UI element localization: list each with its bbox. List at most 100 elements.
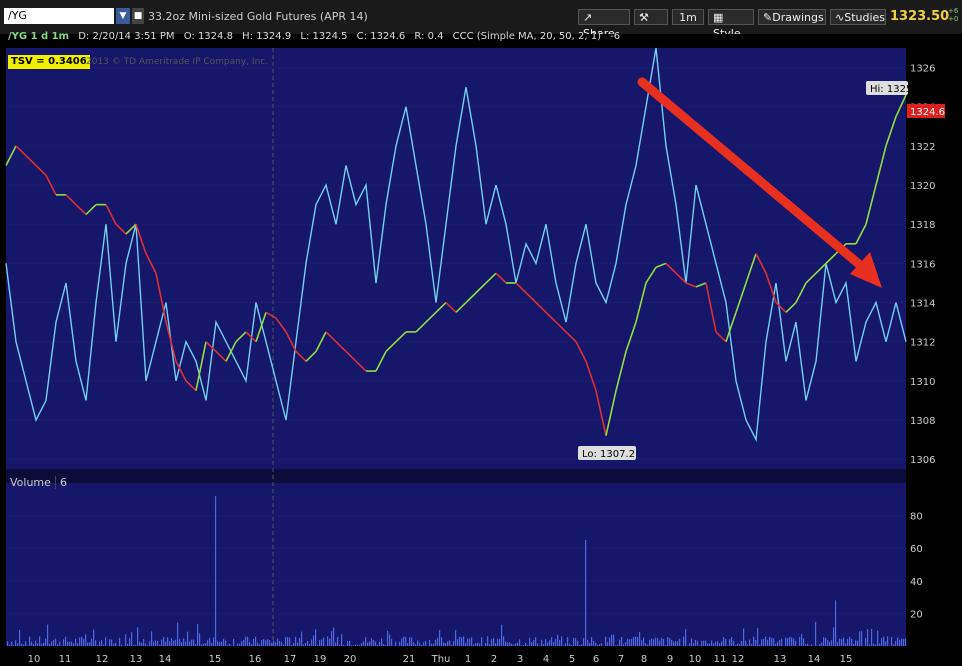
volume-bar — [633, 636, 635, 646]
volume-bar — [739, 644, 741, 646]
volume-bar — [413, 642, 415, 646]
volume-bar — [635, 636, 637, 646]
volume-bar — [573, 637, 575, 646]
share-button[interactable]: ↗ Share — [578, 9, 630, 40]
studies-button[interactable]: ∿Studies — [830, 9, 886, 25]
volume-bar — [217, 641, 219, 646]
volume-bar — [35, 640, 37, 646]
volume-bar — [253, 638, 255, 646]
volume-bar — [601, 643, 603, 646]
volume-bar — [789, 636, 791, 646]
volume-bar — [507, 642, 509, 646]
volume-bar — [553, 642, 555, 646]
volume-bar — [611, 634, 613, 646]
volume-bar — [233, 638, 235, 646]
volume-bar — [257, 642, 259, 646]
volume-bar — [137, 627, 139, 646]
volume-bar — [605, 636, 607, 646]
tools-button[interactable]: ⚒ — [634, 9, 668, 25]
x-tick-label: 3 — [517, 654, 523, 665]
volume-bar — [595, 642, 597, 646]
volume-bar — [311, 639, 313, 646]
volume-bar — [713, 643, 715, 646]
volume-bar — [355, 644, 357, 646]
volume-bar — [639, 631, 641, 646]
volume-bar — [351, 645, 353, 646]
symbol-dropdown-icon[interactable]: ▼ — [116, 8, 130, 24]
volume-bar — [223, 638, 225, 646]
volume-bar — [91, 638, 93, 646]
symbol-input[interactable]: /YG — [4, 8, 114, 24]
volume-bar — [755, 639, 757, 646]
volume-bar — [529, 637, 531, 646]
volume-bar — [515, 643, 517, 646]
volume-bar — [209, 637, 211, 646]
price-tick-label: 1318 — [910, 220, 935, 231]
volume-bar — [155, 640, 157, 646]
volume-bar — [331, 631, 333, 646]
volume-bar — [763, 638, 765, 646]
volume-bar — [535, 637, 537, 646]
volume-bar — [745, 640, 747, 646]
volume-bar — [777, 641, 779, 646]
link-icon[interactable]: ■ — [132, 8, 144, 24]
style-button[interactable]: ▦ Style — [708, 9, 754, 40]
volume-bar — [697, 641, 699, 646]
price-tick-label: 1326 — [910, 64, 935, 75]
volume-bar — [621, 636, 623, 646]
volume-bar — [199, 633, 201, 646]
volume-bar — [345, 645, 347, 646]
volume-bar — [81, 636, 83, 646]
volume-bar — [321, 639, 323, 646]
volume-bar — [281, 642, 283, 646]
volume-bar — [643, 637, 645, 646]
chart-svg[interactable]: 1306130813101312131413161318132013221324… — [0, 34, 962, 666]
price-panel — [6, 48, 906, 471]
volume-bar — [531, 642, 533, 646]
volume-bar — [337, 636, 339, 646]
volume-bar — [843, 637, 845, 646]
volume-bar — [665, 645, 667, 646]
volume-bar — [883, 636, 885, 646]
volume-bar — [203, 643, 205, 646]
volume-bar — [683, 636, 685, 646]
volume-bar — [45, 638, 47, 646]
x-tick-label: 5 — [569, 654, 575, 665]
volume-bar — [771, 637, 773, 646]
x-tick-label: 14 — [808, 654, 821, 665]
volume-bar — [521, 645, 523, 646]
volume-bar — [211, 642, 213, 646]
volume-bar — [841, 639, 843, 646]
volume-bar — [501, 624, 503, 646]
x-tick-label: 11 — [714, 654, 727, 665]
volume-tick-label: 40 — [910, 577, 923, 588]
volume-bar — [463, 636, 465, 646]
volume-bar — [781, 638, 783, 646]
chart-area[interactable]: 1306130813101312131413161318132013221324… — [0, 34, 962, 666]
volume-bar — [335, 642, 337, 646]
volume-bar — [133, 645, 135, 646]
volume-bar — [15, 640, 17, 646]
volume-bar — [825, 637, 827, 646]
drawings-button[interactable]: ✎Drawings — [758, 9, 826, 25]
x-tick-label: 15 — [209, 654, 222, 665]
volume-bar — [219, 642, 221, 646]
volume-bar — [447, 641, 449, 646]
volume-bar — [105, 637, 107, 646]
volume-bar — [21, 643, 23, 646]
interval-button[interactable]: 1m — [672, 9, 704, 25]
volume-bar — [53, 640, 55, 646]
volume-bar — [901, 638, 903, 646]
volume-bar — [737, 643, 739, 646]
volume-bar — [619, 639, 621, 646]
volume-bar — [305, 642, 307, 646]
volume-bar — [329, 638, 331, 646]
volume-bar — [729, 639, 731, 646]
info-open: O: 1324.8 — [183, 31, 233, 42]
x-tick-label: 7 — [618, 654, 624, 665]
volume-bar — [819, 643, 821, 646]
volume-bar — [119, 637, 121, 646]
x-tick-label: 12 — [732, 654, 745, 665]
volume-bar — [139, 641, 141, 646]
volume-bar — [343, 644, 345, 646]
